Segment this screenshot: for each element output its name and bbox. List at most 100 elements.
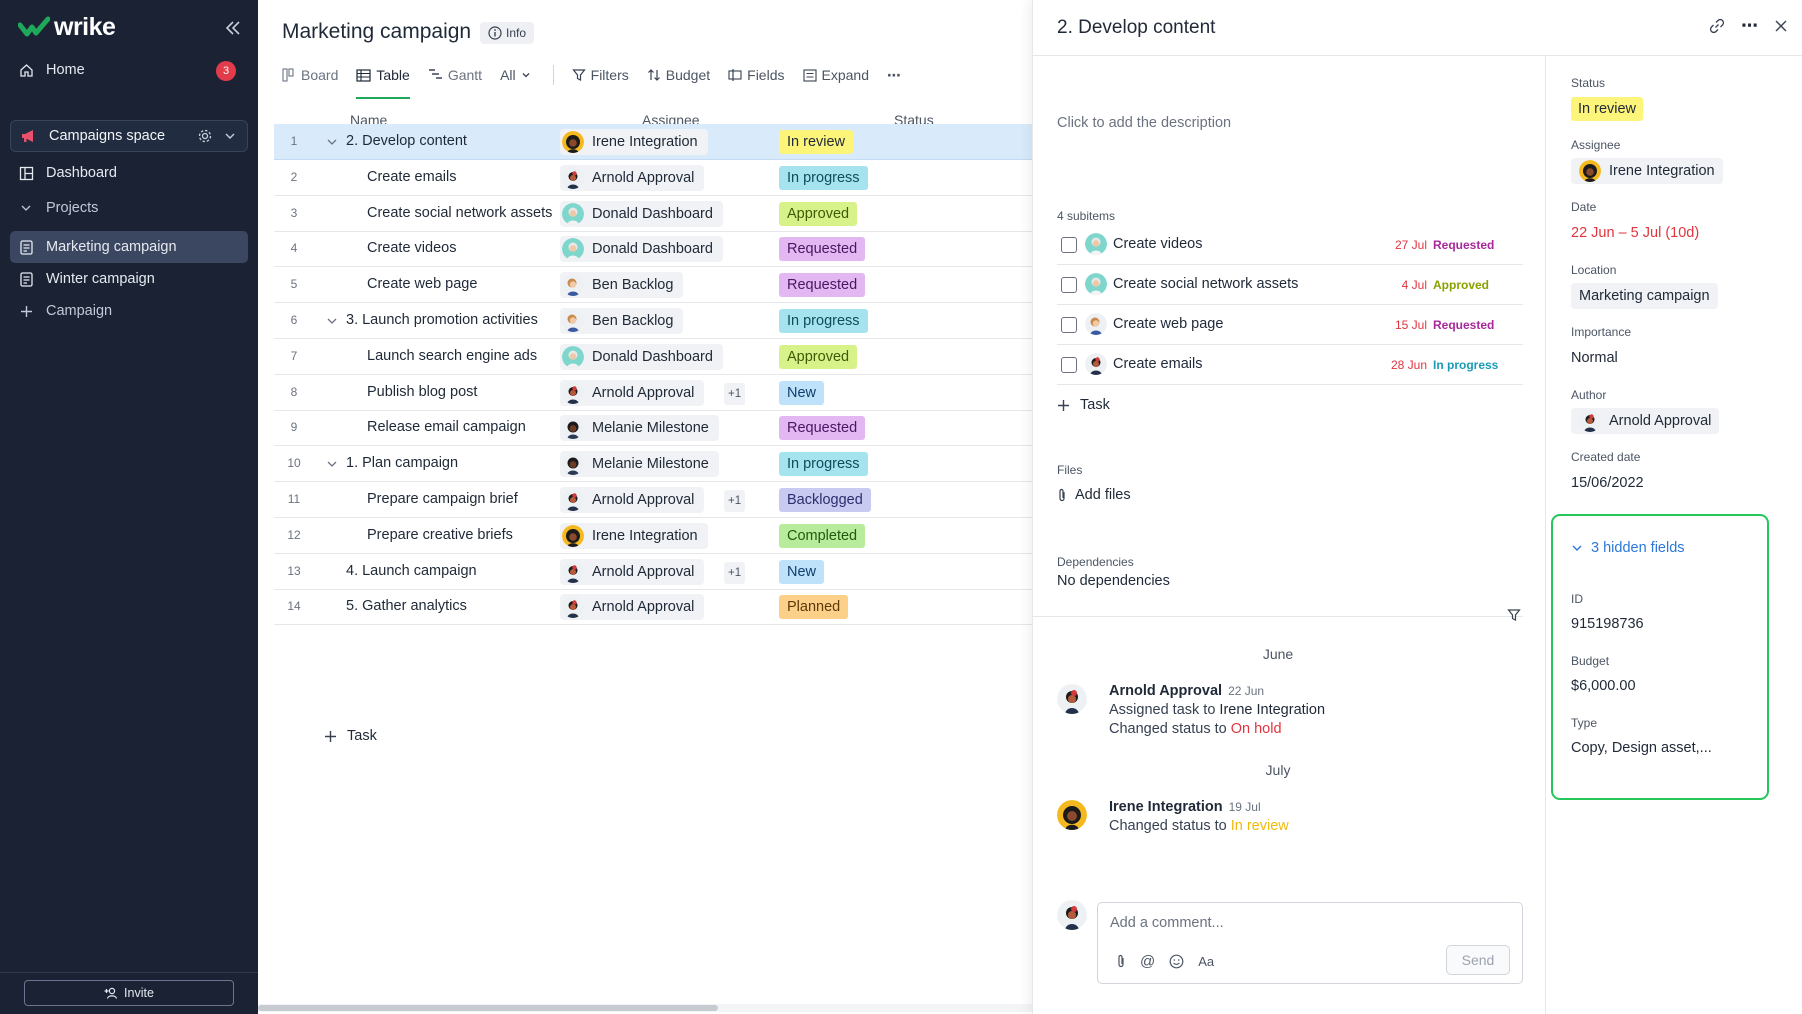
collapse-sidebar-icon[interactable] bbox=[222, 17, 244, 39]
task-name[interactable]: Create videos bbox=[367, 240, 456, 256]
add-subtask-button[interactable]: Task bbox=[1057, 397, 1110, 413]
chevron-down-icon[interactable] bbox=[326, 136, 338, 148]
budget-button[interactable]: Budget bbox=[647, 67, 710, 83]
activity-author[interactable]: Irene Integration bbox=[1109, 799, 1223, 815]
add-files-button[interactable]: Add files bbox=[1057, 487, 1131, 503]
status-badge[interactable]: In progress bbox=[779, 165, 868, 190]
subitem-name[interactable]: Create web page bbox=[1113, 316, 1223, 332]
nav-dashboard[interactable]: Dashboard bbox=[10, 157, 248, 189]
fields-button[interactable]: Fields bbox=[728, 67, 785, 83]
table-row[interactable]: 14 5. Gather analytics Arnold Approval Plan… bbox=[274, 589, 1032, 626]
task-name[interactable]: Create web page bbox=[367, 276, 477, 292]
subitem-checkbox[interactable] bbox=[1061, 237, 1077, 253]
nav-home[interactable]: Home 3 bbox=[10, 54, 248, 86]
task-name[interactable]: Prepare creative briefs bbox=[367, 527, 513, 543]
send-button[interactable]: Send bbox=[1446, 945, 1510, 975]
nav-marketing-campaign[interactable]: Marketing campaign bbox=[10, 231, 248, 263]
importance-value[interactable]: Normal bbox=[1571, 350, 1618, 366]
subitem-row[interactable]: Create emails 28 Jun In progress bbox=[1057, 345, 1523, 385]
status-badge[interactable]: In progress bbox=[779, 309, 868, 333]
invite-button[interactable]: Invite bbox=[24, 980, 234, 1006]
subitem-row[interactable]: Create videos 27 Jul Requested bbox=[1057, 225, 1523, 265]
status-value[interactable]: In review bbox=[1571, 97, 1644, 121]
assignee-chip[interactable]: Melanie Milestone bbox=[560, 415, 719, 442]
more-options-icon[interactable]: ⋯ bbox=[887, 67, 902, 84]
add-campaign[interactable]: Campaign bbox=[10, 295, 248, 327]
extra-assignees-badge[interactable]: +1 bbox=[724, 561, 746, 584]
table-row[interactable]: 6 3. Launch promotion activities Ben Backl… bbox=[274, 303, 1032, 339]
info-button[interactable]: Info bbox=[480, 22, 535, 44]
expand-button[interactable]: Expand bbox=[802, 67, 869, 83]
table-row[interactable]: 9 Release email campaign Melanie Milestone… bbox=[274, 410, 1032, 447]
task-name[interactable]: 2. Develop content bbox=[346, 133, 467, 149]
wrike-logo[interactable]: wrike bbox=[18, 12, 116, 42]
dependencies-value[interactable]: No dependencies bbox=[1057, 573, 1170, 589]
status-badge[interactable]: In review bbox=[779, 130, 854, 154]
status-badge[interactable]: Backlogged bbox=[779, 488, 871, 512]
table-row[interactable]: 5 Create web page Ben Backlog Requested bbox=[274, 267, 1032, 304]
activity-author[interactable]: Arnold Approval bbox=[1109, 683, 1222, 699]
comment-input[interactable]: Add a comment... bbox=[1110, 915, 1224, 931]
table-row[interactable]: 4 Create videos Donald Dashboard Requested bbox=[274, 231, 1032, 268]
task-name[interactable]: 5. Gather analytics bbox=[346, 598, 467, 614]
subitem-name[interactable]: Create social network assets bbox=[1113, 276, 1298, 292]
assignee-chip[interactable]: Arnold Approval bbox=[560, 379, 705, 406]
subitem-checkbox[interactable] bbox=[1061, 277, 1077, 293]
task-name[interactable]: Launch search engine ads bbox=[367, 348, 537, 364]
status-badge[interactable]: Requested bbox=[779, 273, 866, 298]
space-selector[interactable]: Campaigns space bbox=[10, 120, 248, 152]
task-name[interactable]: Create emails bbox=[367, 169, 456, 185]
assignee-chip[interactable]: Donald Dashboard bbox=[560, 200, 723, 227]
emoji-icon[interactable] bbox=[1169, 954, 1184, 969]
assignee-chip[interactable]: Arnold Approval bbox=[560, 594, 705, 621]
assignee-chip[interactable]: Donald Dashboard bbox=[560, 343, 723, 370]
tab-gantt[interactable]: Gantt bbox=[428, 67, 482, 83]
table-row[interactable]: 3 Create social network assets Donald Dash… bbox=[274, 196, 1032, 232]
budget-value[interactable]: $6,000.00 bbox=[1571, 678, 1636, 694]
subitem-checkbox[interactable] bbox=[1061, 317, 1077, 333]
assignee-chip[interactable]: Donald Dashboard bbox=[560, 236, 723, 263]
task-name[interactable]: Prepare campaign brief bbox=[367, 491, 518, 507]
link-icon[interactable] bbox=[1709, 18, 1725, 34]
subitem-name[interactable]: Create emails bbox=[1113, 356, 1202, 372]
table-row[interactable]: 8 Publish blog post Arnold Approval +1 New bbox=[274, 375, 1032, 411]
assignee-chip[interactable]: Irene Integration bbox=[560, 129, 708, 155]
assignee-chip[interactable]: Irene Integration bbox=[560, 522, 708, 549]
add-task-button[interactable]: Task bbox=[324, 728, 377, 744]
subitem-name[interactable]: Create videos bbox=[1113, 236, 1202, 252]
status-badge[interactable]: Requested bbox=[779, 416, 866, 441]
scrollbar-thumb[interactable] bbox=[258, 1005, 718, 1011]
paperclip-icon[interactable] bbox=[1116, 954, 1126, 969]
horizontal-scrollbar[interactable] bbox=[258, 1004, 1032, 1012]
subitem-row[interactable]: Create social network assets 4 Jul Approve… bbox=[1057, 265, 1523, 305]
activity-target[interactable]: Irene Integration bbox=[1219, 702, 1325, 718]
status-badge[interactable]: Approved bbox=[779, 201, 858, 226]
assignee-chip[interactable]: Ben Backlog bbox=[560, 308, 684, 334]
extra-assignees-badge[interactable]: +1 bbox=[724, 490, 746, 512]
status-badge[interactable]: Planned bbox=[779, 595, 849, 620]
close-icon[interactable] bbox=[1774, 19, 1788, 33]
status-badge[interactable]: Approved bbox=[779, 344, 858, 369]
table-row[interactable]: 2 Create emails Arnold Approval In progress bbox=[274, 160, 1032, 196]
tab-table[interactable]: Table bbox=[356, 67, 411, 99]
table-row[interactable]: 13 4. Launch campaign Arnold Approval +1 New bbox=[274, 554, 1032, 590]
comment-box[interactable]: Add a comment... @ Aa Send bbox=[1097, 902, 1523, 984]
table-row[interactable]: 7 Launch search engine ads Donald Dashboar… bbox=[274, 339, 1032, 375]
status-badge[interactable]: New bbox=[779, 559, 825, 584]
assignee-chip[interactable]: Arnold Approval bbox=[560, 487, 705, 513]
type-value[interactable]: Copy, Design asset,... bbox=[1571, 740, 1712, 756]
table-row[interactable]: 12 Prepare creative briefs Irene Integrati… bbox=[274, 518, 1032, 554]
tab-board[interactable]: Board bbox=[282, 67, 338, 83]
description-field[interactable]: Click to add the description bbox=[1057, 115, 1231, 131]
filter-all-dropdown[interactable]: All bbox=[500, 67, 531, 83]
assignee-chip[interactable]: Ben Backlog bbox=[560, 272, 684, 299]
task-name[interactable]: Create social network assets bbox=[367, 205, 552, 221]
more-options-icon[interactable]: ⋯ bbox=[1741, 17, 1758, 34]
subitem-row[interactable]: Create web page 15 Jul Requested bbox=[1057, 305, 1523, 345]
author-value[interactable]: Arnold Approval bbox=[1571, 408, 1720, 434]
location-value[interactable]: Marketing campaign bbox=[1571, 283, 1718, 309]
subitem-checkbox[interactable] bbox=[1061, 357, 1077, 373]
table-row[interactable]: 10 1. Plan campaign Melanie Milestone In pr… bbox=[274, 446, 1032, 483]
table-row[interactable]: 1 2. Develop content Irene Integration In r… bbox=[274, 124, 1032, 160]
extra-assignees-badge[interactable]: +1 bbox=[724, 382, 746, 405]
